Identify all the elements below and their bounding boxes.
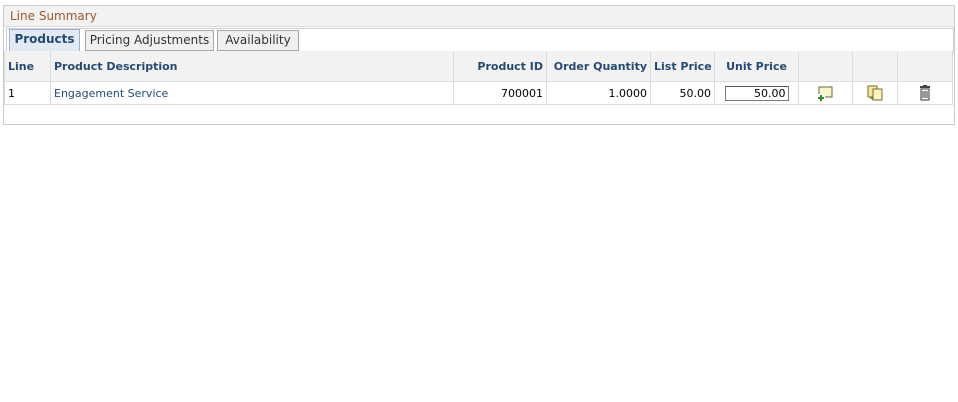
col-header-add	[798, 51, 853, 82]
tab-availability[interactable]: Availability	[217, 30, 299, 51]
col-header-unit-price[interactable]: Unit Price	[714, 51, 799, 82]
product-description-link[interactable]: Engagement Service	[54, 87, 168, 100]
tab-bar: Products Pricing Adjustments Availabilit…	[6, 28, 954, 54]
cell-order-quantity: 1.0000	[546, 81, 651, 105]
add-row-icon[interactable]	[816, 85, 835, 101]
table-row: 1 Engagement Service 700001 1.0000 50.00	[4, 81, 953, 105]
col-header-copy	[852, 51, 898, 82]
copy-row-icon[interactable]	[866, 85, 884, 101]
cell-product-id: 700001	[453, 81, 547, 105]
col-header-order-quantity[interactable]: Order Quantity	[546, 51, 651, 82]
tab-pricing-adjustments[interactable]: Pricing Adjustments	[85, 30, 214, 51]
col-header-line[interactable]: Line	[4, 51, 51, 82]
panel-title: Line Summary	[4, 6, 954, 27]
line-items-table: Line Product Description Product ID Orde…	[4, 51, 953, 105]
cell-list-price: 50.00	[650, 81, 715, 105]
cell-line: 1	[4, 81, 51, 105]
col-header-product-description[interactable]: Product Description	[50, 51, 454, 82]
unit-price-input[interactable]	[724, 85, 789, 101]
delete-row-icon[interactable]	[916, 85, 934, 101]
tab-products[interactable]: Products	[9, 29, 80, 52]
col-header-list-price[interactable]: List Price	[650, 51, 715, 82]
col-header-product-id[interactable]: Product ID	[453, 51, 547, 82]
col-header-delete	[897, 51, 953, 82]
table-header-row: Line Product Description Product ID Orde…	[4, 51, 953, 82]
